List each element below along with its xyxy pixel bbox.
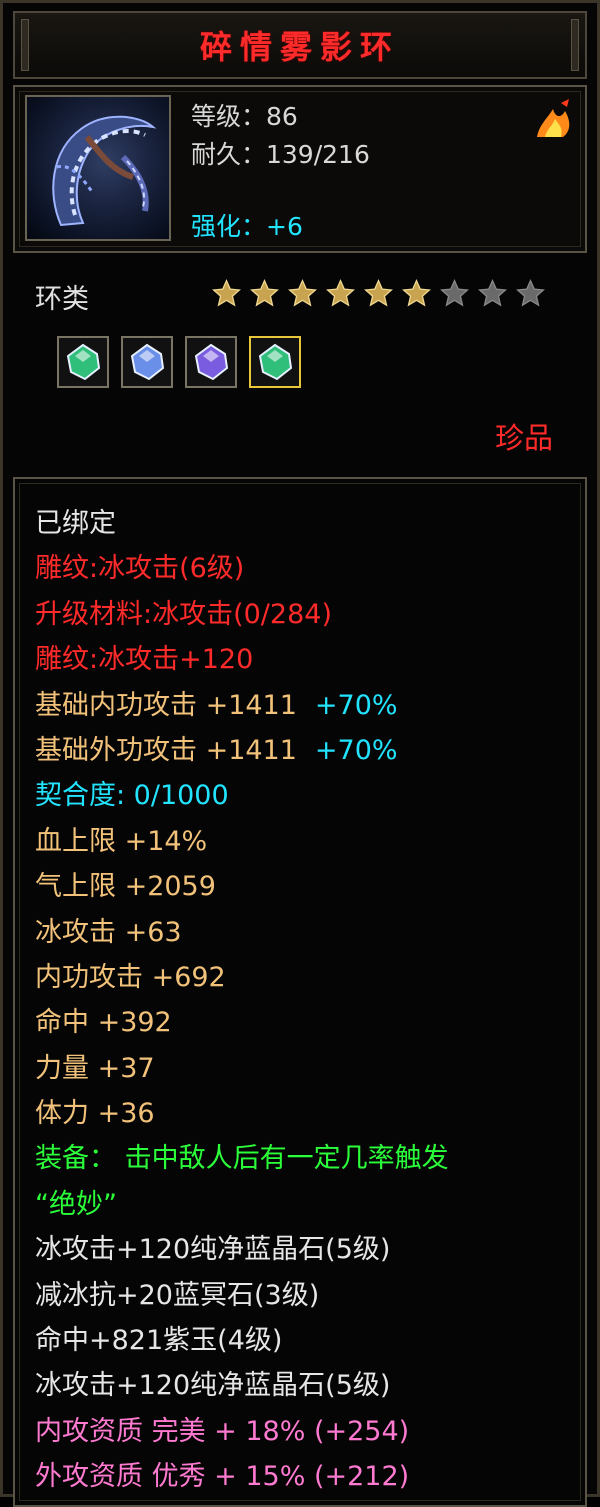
- gem-bonus-line: 减冰抗+20蓝冥石(3级): [35, 1279, 320, 1311]
- attribute-line: 命中 +392: [35, 1007, 172, 1039]
- base-outer-attack-pct: +70%: [314, 734, 398, 766]
- item-durability: 耐久：139/216: [191, 140, 370, 169]
- gem-bonus-line: 冰攻击+120纯净蓝晶石(5级): [35, 1370, 391, 1402]
- gem-bonus-list: 冰攻击+120纯净蓝晶石(5级) 减冰抗+20蓝冥石(3级) 命中+821紫玉(4级…: [35, 1227, 571, 1409]
- green-crystal-gem-icon[interactable]: [249, 336, 301, 388]
- star-empty-icon: [516, 278, 545, 307]
- base-outer-attack-label: 基础外功攻击 +1411: [35, 734, 297, 766]
- base-outer-attack-line: 基础外功攻击 +1411 +70%: [35, 728, 571, 773]
- rarity-label: 珍品: [494, 421, 553, 455]
- upgrade-material-line: 升级材料:冰攻击(0/284): [35, 598, 332, 630]
- base-inner-attack-line: 基础内功攻击 +1411 +70%: [35, 683, 571, 728]
- star-filled-icon: [250, 278, 279, 307]
- item-level: 等级：86: [191, 102, 298, 131]
- star-filled-icon: [326, 278, 355, 307]
- engrave-line: 雕纹:冰攻击(6级): [35, 553, 245, 585]
- item-tooltip: 碎情雾影环 等级：86 耐久：139/216 强化：+6 环类 珍品 已绑定 雕…: [0, 0, 600, 1507]
- bound-status: 已绑定: [35, 508, 116, 539]
- attribute-line: 血上限 +14%: [35, 825, 208, 857]
- attribute-line: 内功攻击 +692: [35, 961, 226, 993]
- quality-line: 内攻资质 完美 + 18% (+254): [35, 1415, 410, 1447]
- item-enhance: 强化：+6: [191, 212, 303, 241]
- star-empty-icon: [478, 278, 507, 307]
- gem-slots: [57, 336, 301, 388]
- green-crystal-gem-icon[interactable]: [57, 336, 109, 388]
- item-type: 环类: [35, 284, 89, 315]
- details-panel: 已绑定 雕纹:冰攻击(6级) 升级材料:冰攻击(0/284) 雕纹:冰攻击+12…: [13, 477, 587, 1507]
- item-name: 碎情雾影环: [199, 28, 400, 66]
- fit-line: 契合度: 0/1000: [35, 780, 229, 812]
- star-filled-icon: [288, 278, 317, 307]
- star-empty-icon: [440, 278, 469, 307]
- quality-list: 内攻资质 完美 + 18% (+254) 外攻资质 优秀 + 15% (+212): [35, 1409, 571, 1500]
- base-inner-attack-label: 基础内功攻击 +1411: [35, 689, 297, 721]
- base-inner-attack-pct: +70%: [314, 689, 398, 721]
- star-filled-icon: [212, 278, 241, 307]
- attribute-line: 气上限 +2059: [35, 871, 216, 903]
- gem-bonus-line: 冰攻击+120纯净蓝晶石(5级): [35, 1234, 391, 1266]
- item-header: 等级：86 耐久：139/216 强化：+6: [13, 85, 587, 253]
- star-rating: [211, 278, 546, 309]
- quality-line: 外攻资质 优秀 + 15% (+212): [35, 1461, 410, 1493]
- attribute-line: 体力 +36: [35, 1098, 155, 1130]
- star-filled-icon: [402, 278, 431, 307]
- title-bar: 碎情雾影环: [13, 11, 587, 79]
- details-lines: 已绑定 雕纹:冰攻击(6级) 升级材料:冰攻击(0/284) 雕纹:冰攻击+12…: [35, 501, 571, 1500]
- blue-crystal-gem-icon[interactable]: [121, 336, 173, 388]
- engrave-bonus-line: 雕纹:冰攻击+120: [35, 644, 254, 676]
- attribute-line: 冰攻击 +63: [35, 916, 182, 948]
- purple-jade-gem-icon[interactable]: [185, 336, 237, 388]
- attribute-list: 血上限 +14% 气上限 +2059 冰攻击 +63 内功攻击 +692 命中 +392…: [35, 819, 571, 1137]
- gem-bonus-line: 命中+821紫玉(4级): [35, 1325, 283, 1357]
- fire-element-icon: [531, 97, 575, 141]
- ring-item-icon: [25, 95, 171, 241]
- equip-effect-line: 装备： 击中敌人后有一定几率触发: [35, 1143, 449, 1175]
- attribute-line: 力量 +37: [35, 1052, 155, 1084]
- star-filled-icon: [364, 278, 393, 307]
- equip-effect-name: “绝妙”: [35, 1188, 117, 1220]
